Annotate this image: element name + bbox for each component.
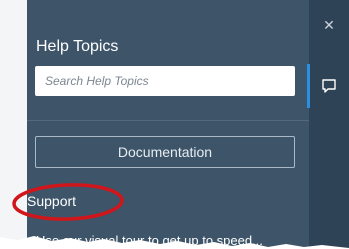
panel-title: Help Topics [36, 38, 119, 55]
side-rail [309, 0, 349, 249]
page-background-left [0, 0, 27, 249]
chat-icon[interactable] [320, 77, 338, 95]
documentation-button[interactable]: Documentation [35, 136, 295, 168]
cut-off-text: Use our visual tour to get up to speed..… [36, 233, 263, 248]
search-input[interactable] [35, 66, 295, 96]
active-tab-indicator [307, 64, 310, 108]
divider [27, 120, 309, 121]
support-link[interactable]: Support [27, 193, 76, 209]
close-icon[interactable]: ✕ [322, 18, 336, 32]
